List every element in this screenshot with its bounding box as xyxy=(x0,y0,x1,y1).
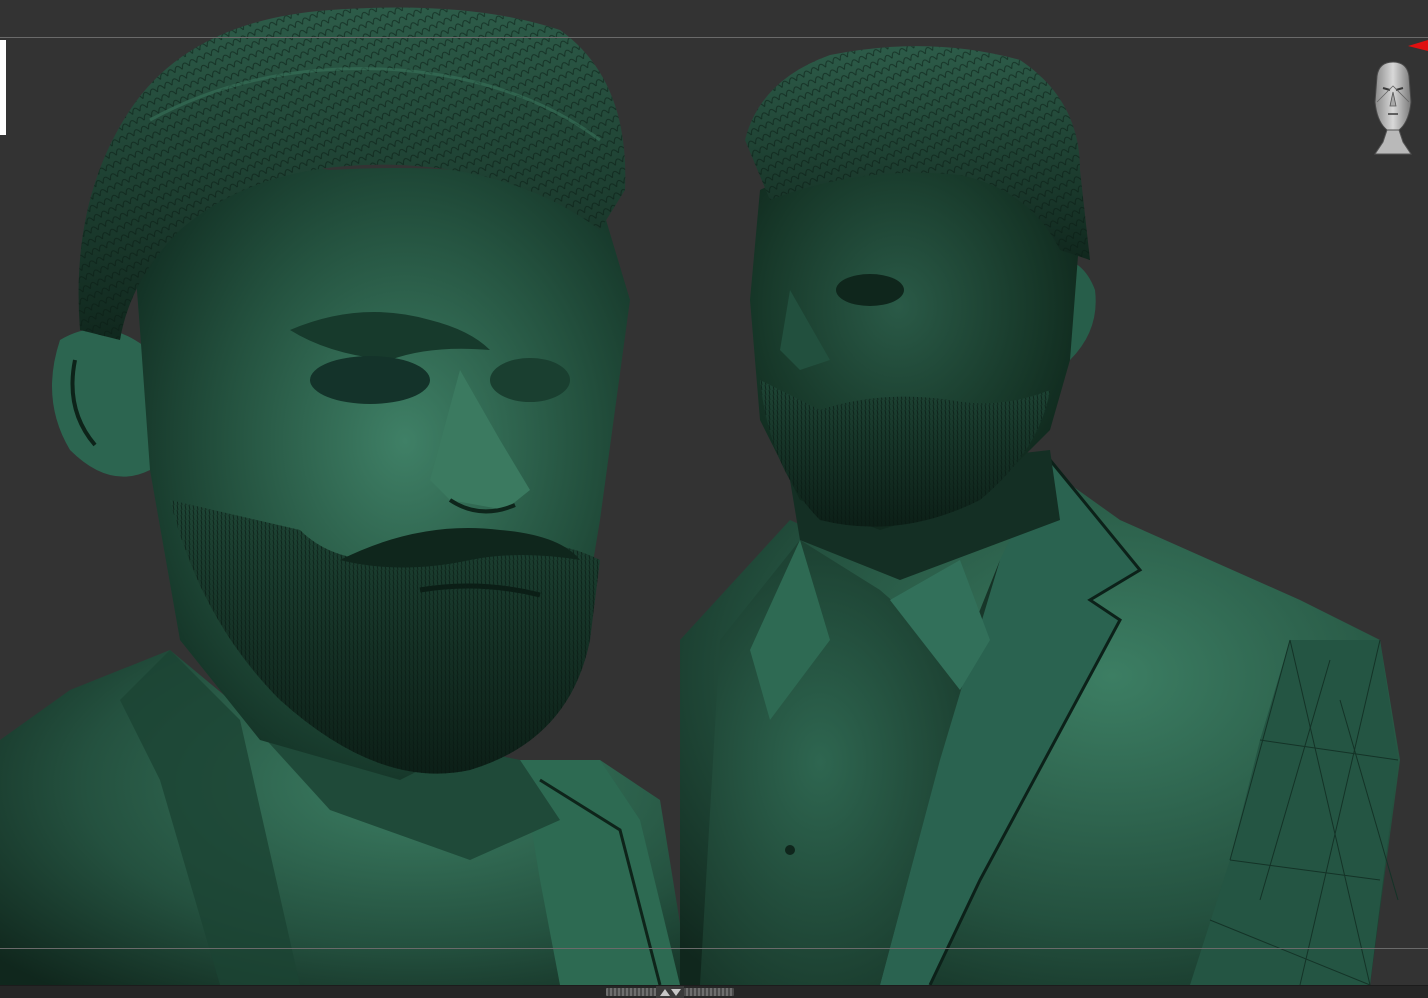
left-tray-edge[interactable] xyxy=(0,40,6,135)
sculpt-render xyxy=(0,7,1400,985)
3d-viewport[interactable] xyxy=(0,0,1428,985)
viewport-bottom-guide xyxy=(0,948,1428,949)
viewport-top-guide xyxy=(0,37,1428,38)
red-axis-arrow-icon xyxy=(1406,38,1428,52)
bottom-tray-bar xyxy=(0,985,1428,998)
sculpt-application xyxy=(0,0,1428,998)
tray-toggle-arrows-icon[interactable] xyxy=(656,986,684,998)
head-navigation-gizmo-icon[interactable] xyxy=(1365,58,1421,162)
